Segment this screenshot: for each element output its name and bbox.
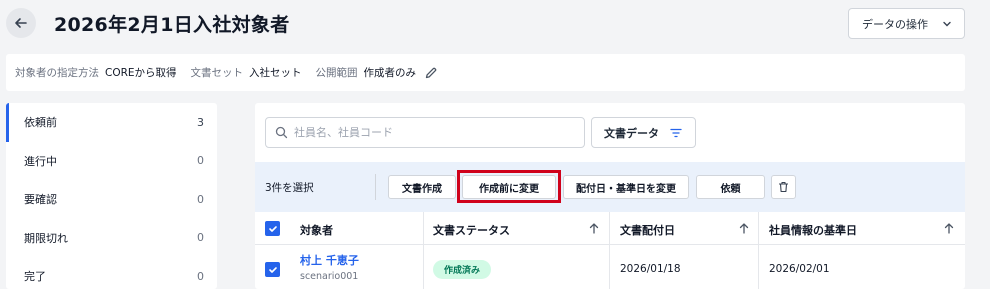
sidebar-item-label: 進行中	[24, 154, 57, 168]
pencil-icon	[425, 67, 437, 78]
delete-button[interactable]	[771, 175, 796, 199]
column-divider	[609, 212, 610, 245]
info-bar: 対象者の指定方法 COREから取得 文書セット 入社セット 公開範囲 作成者のみ	[6, 54, 965, 91]
table-row: 村上 千恵子 scenario001 作成済み 2026/01/18 2026/…	[255, 245, 965, 289]
method-label: 対象者の指定方法	[15, 67, 99, 79]
search-box[interactable]	[265, 117, 585, 148]
filter-icon	[670, 128, 682, 138]
status-badge: 作成済み	[433, 260, 492, 279]
table-header: 対象者 文書ステータス 文書配付日 社員情報の基準日	[255, 212, 965, 245]
sidebar-item-needs-review[interactable]: 要確認 0	[6, 180, 217, 219]
sidebar-item-label: 完了	[24, 270, 46, 284]
search-icon	[275, 126, 288, 139]
sidebar-item-expired[interactable]: 期限切れ 0	[6, 219, 217, 258]
column-header-base-date[interactable]: 社員情報の基準日	[769, 222, 857, 238]
data-operations-label: データの操作	[862, 17, 928, 31]
employee-code: scenario001	[300, 271, 359, 282]
filter-label: 文書データ	[604, 126, 659, 140]
base-date-cell: 2026/02/01	[769, 263, 830, 275]
method-value: COREから取得	[105, 67, 177, 79]
bulk-action-bar: 3件を選択 文書作成 作成前に変更 配付日・基準日を変更 依頼	[255, 162, 965, 212]
search-input[interactable]	[294, 126, 564, 139]
sidebar-item-count: 0	[197, 192, 204, 206]
sidebar-item-label: 期限切れ	[24, 231, 68, 245]
scope-value: 作成者のみ	[363, 67, 417, 79]
check-icon	[268, 225, 277, 232]
sidebar-item-label: 依頼前	[24, 116, 57, 130]
sidebar-item-count: 0	[197, 269, 204, 283]
column-divider	[758, 245, 759, 289]
sidebar-item-count: 0	[197, 231, 204, 245]
change-dates-button[interactable]: 配付日・基準日を変更	[563, 175, 689, 199]
row-checkbox[interactable]	[265, 262, 280, 277]
delivery-date-cell: 2026/01/18	[620, 263, 681, 275]
divider	[375, 174, 376, 200]
column-header-doc-status[interactable]: 文書ステータス	[433, 222, 510, 238]
check-icon	[268, 266, 277, 273]
request-button[interactable]: 依頼	[696, 175, 765, 199]
docset-value: 入社セット	[249, 67, 302, 79]
sidebar-item-count: 0	[197, 154, 204, 168]
sort-arrow-icon[interactable]	[944, 223, 954, 234]
data-operations-button[interactable]: データの操作	[848, 8, 965, 39]
sort-arrow-icon[interactable]	[739, 223, 749, 234]
column-divider	[758, 212, 759, 245]
column-header-delivery-date[interactable]: 文書配付日	[620, 222, 675, 238]
select-all-checkbox[interactable]	[265, 221, 280, 236]
trash-icon	[779, 181, 788, 193]
sort-arrow-icon[interactable]	[589, 223, 599, 234]
back-button[interactable]	[6, 8, 36, 38]
edit-button[interactable]	[424, 66, 438, 80]
docset-label: 文書セット	[190, 67, 244, 79]
page-title: 2026年2月1日入社対象者	[54, 14, 290, 36]
employee-name-link[interactable]: 村上 千恵子	[300, 252, 359, 268]
sidebar-item-in-progress[interactable]: 進行中 0	[6, 142, 217, 181]
sidebar-item-complete[interactable]: 完了 0	[6, 257, 217, 289]
column-divider	[609, 245, 610, 289]
create-document-button[interactable]: 文書作成	[388, 175, 456, 199]
column-divider	[423, 245, 424, 289]
status-sidebar: 依頼前 3 進行中 0 要確認 0 期限切れ 0 完了 0	[6, 103, 217, 289]
sidebar-item-pre-request[interactable]: 依頼前 3	[6, 103, 217, 142]
main-panel: 文書データ 3件を選択 文書作成 作成前に変更 配付日・基準日を変更 依頼 対象…	[255, 103, 965, 289]
column-header-target[interactable]: 対象者	[300, 222, 333, 238]
arrow-left-icon	[15, 18, 27, 28]
chevron-down-icon	[943, 21, 951, 27]
selected-count: 3件を選択	[265, 182, 314, 194]
document-data-filter-button[interactable]: 文書データ	[591, 117, 696, 148]
sidebar-item-count: 3	[197, 115, 204, 129]
highlight-box	[457, 170, 561, 203]
scope-label: 公開範囲	[315, 67, 358, 79]
sidebar-item-label: 要確認	[24, 193, 57, 207]
column-divider	[423, 212, 424, 245]
